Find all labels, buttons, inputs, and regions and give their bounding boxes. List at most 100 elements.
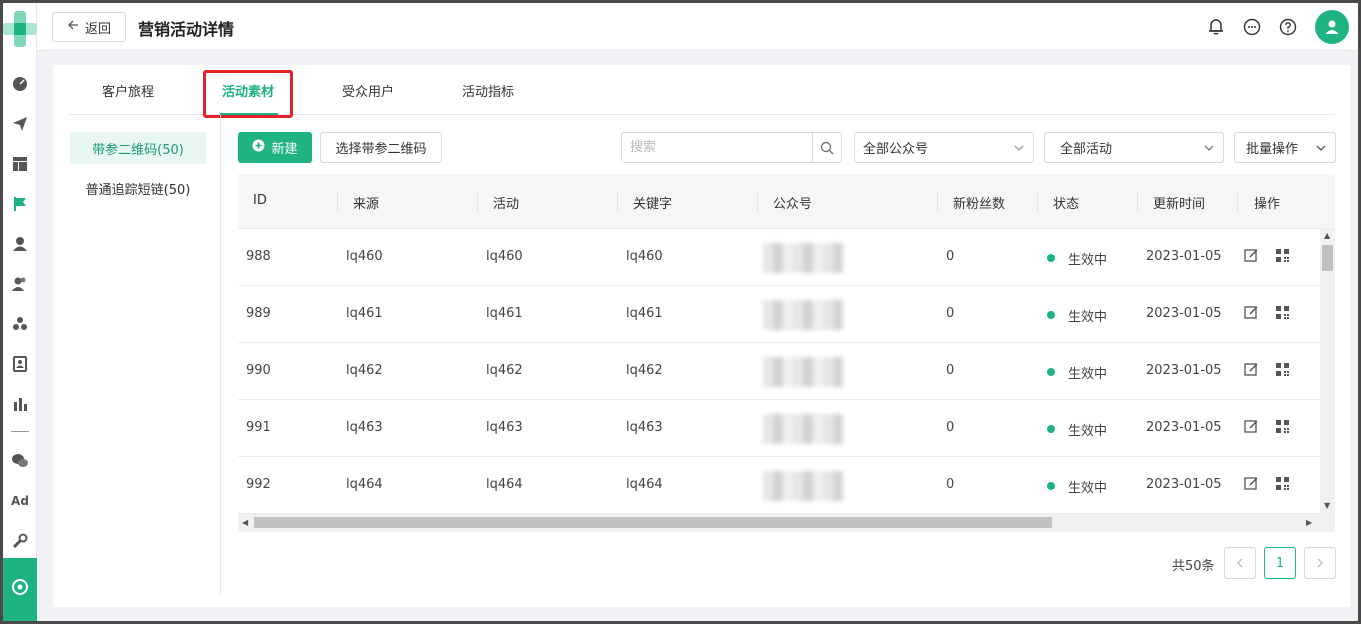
new-button[interactable]: 新建 [238,132,312,163]
contact-card-icon[interactable] [10,354,30,374]
vertical-scroll-thumb[interactable] [1322,245,1333,271]
back-button[interactable]: 返回 [52,12,126,42]
account-filter-select[interactable]: 全部公众号 [854,132,1034,163]
edit-icon[interactable] [1242,246,1260,264]
send-icon[interactable] [10,114,30,134]
edit-icon[interactable] [1242,360,1260,378]
leftnav-item-qrcode[interactable]: 带参二维码(50) [70,132,206,164]
status-dot [1047,368,1055,376]
cell-source: lq464 [346,477,383,492]
table-row[interactable]: 990 lq462 lq462 lq462 0 生效中 2023-01-05 [238,343,1320,400]
table-row[interactable]: 988 lq460 lq460 lq460 0 生效中 2023-01-05 [238,229,1320,286]
scroll-right-arrow-icon[interactable]: ▶ [1306,518,1312,527]
tab-highlight-box [203,70,293,118]
table-row[interactable]: 991 lq463 lq463 lq463 0 生效中 2023-01-05 [238,400,1320,457]
cell-keyword: lq461 [626,306,663,321]
wrench-icon[interactable] [10,531,30,551]
scroll-left-arrow-icon[interactable]: ◀ [242,518,248,527]
batch-operation-select[interactable]: 批量操作 [1234,132,1336,163]
scroll-down-arrow-icon[interactable]: ▼ [1324,501,1330,510]
table-row[interactable]: 992 lq464 lq464 lq464 0 生效中 2023-01-05 [238,457,1320,514]
scroll-up-arrow-icon[interactable]: ▲ [1324,231,1330,240]
next-page-button[interactable] [1304,547,1336,579]
select-qrcode-button[interactable]: 选择带参二维码 [320,132,442,163]
cell-status: 生效中 [1068,253,1108,268]
edit-icon[interactable] [1242,303,1260,321]
users-icon[interactable] [10,274,30,294]
user-icon[interactable] [10,234,30,254]
edit-icon[interactable] [1242,417,1260,435]
horizontal-scrollbar[interactable]: ◀ ▶ [238,514,1335,532]
cell-updated: 2023-01-05 [1146,363,1222,378]
qrcode-icon[interactable] [1273,360,1291,378]
activity-filter-select[interactable]: 全部活动 [1044,132,1224,163]
qrcode-icon[interactable] [1273,474,1291,492]
cell-new-fans: 0 [946,249,955,264]
cell-activity: lq460 [486,249,523,264]
back-button-label: 返回 [84,21,111,37]
flag-icon[interactable] [10,194,30,214]
column-divider [1037,192,1038,212]
message-icon[interactable] [1242,17,1262,37]
status-dot [1047,311,1055,319]
cell-id: 992 [246,477,271,492]
cell-id: 991 [246,420,271,435]
user-avatar-icon [1325,20,1339,34]
chevron-down-icon [1203,142,1215,158]
cell-account-redacted [763,300,843,330]
app-window: Ad 返回 营销活动详情 客户旅程 活动素材 受众用户 活动指标 带参二维码(5… [0,0,1361,624]
prev-page-button[interactable] [1224,547,1256,579]
table-row[interactable]: 989 lq461 lq461 lq461 0 生效中 2023-01-05 [238,286,1320,343]
wechat-icon[interactable] [10,451,30,471]
group-icon[interactable] [10,314,30,334]
cell-new-fans: 0 [946,420,955,435]
header: 返回 营销活动详情 [37,3,1358,51]
horizontal-scroll-thumb[interactable] [254,517,1052,528]
vertical-scrollbar[interactable]: ▲ ▼ [1320,229,1335,514]
page-title: 营销活动详情 [138,20,235,39]
cell-activity: lq463 [486,420,523,435]
cell-source: lq460 [346,249,383,264]
column-divider [1137,192,1138,212]
qrcode-icon[interactable] [1273,417,1291,435]
cell-id: 990 [246,363,271,378]
tab-activity-metrics[interactable]: 活动指标 [462,81,514,100]
help-icon[interactable] [1278,17,1298,37]
search-icon[interactable] [812,133,841,162]
column-header-keyword: 关键字 [633,197,673,212]
avatar[interactable] [1315,10,1349,44]
ad-icon[interactable]: Ad [10,491,30,511]
data-table: ID 来源 活动 关键字 公众号 新粉丝数 状态 更新时间 操作 988 lq46… [238,174,1335,532]
main-card: 客户旅程 活动素材 受众用户 活动指标 带参二维码(50) 普通追踪短链(50)… [53,65,1350,607]
sidebar-divider [11,431,29,432]
settings-icon [11,578,29,600]
cell-status: 生效中 [1068,481,1108,496]
column-header-new-fans: 新粉丝数 [953,197,1006,212]
qrcode-icon[interactable] [1273,246,1291,264]
column-header-account: 公众号 [773,197,813,212]
page-number-button[interactable]: 1 [1264,547,1296,579]
material-type-nav: 带参二维码(50) 普通追踪短链(50) [53,115,221,595]
column-divider [617,192,618,212]
search-input[interactable] [622,133,812,162]
tab-customer-journey[interactable]: 客户旅程 [102,81,154,100]
new-button-label: 新建 [271,142,298,157]
tab-audience-users[interactable]: 受众用户 [342,81,394,100]
cell-keyword: lq460 [626,249,663,264]
bell-icon[interactable] [1206,17,1226,37]
bar-chart-icon[interactable] [10,394,30,414]
chevron-down-icon [1013,142,1025,158]
column-header-id: ID [253,193,267,208]
leftnav-item-shortlink[interactable]: 普通追踪短链(50) [70,172,206,204]
arrow-left-icon [67,19,79,35]
activity-filter-value: 全部活动 [1060,142,1113,157]
sidebar-active-item[interactable] [3,558,37,621]
edit-icon[interactable] [1242,474,1260,492]
layout-icon[interactable] [10,154,30,174]
cell-id: 988 [246,249,271,264]
dashboard-icon[interactable] [10,74,30,94]
cell-keyword: lq463 [626,420,663,435]
qrcode-icon[interactable] [1273,303,1291,321]
cell-account-redacted [763,471,843,501]
column-header-actions: 操作 [1254,197,1281,212]
